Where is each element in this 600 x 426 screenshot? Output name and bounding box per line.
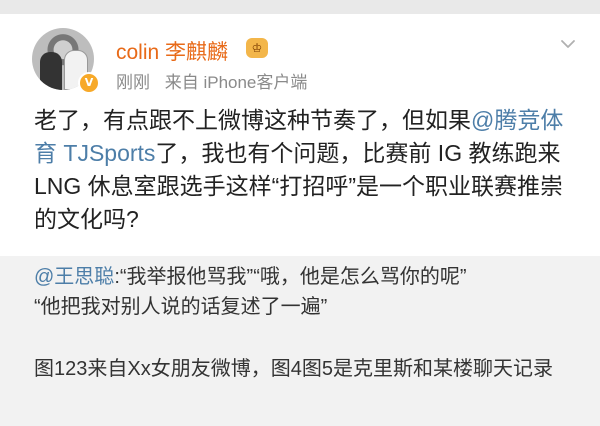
verified-badge-icon: V [78,72,100,94]
repost-block[interactable]: @王思聪:“我举报他骂我”“哦，他是怎么骂你的呢” “他把我对别人说的话复述了一… [0,256,600,426]
level-badge-icon: ♔ [246,38,268,58]
post-text-part1: 老了，有点跟不上微博这种节奏了，但如果 [34,107,471,133]
post-content: 老了，有点跟不上微博这种节奏了，但如果@腾竞体育 TJSports了，我也有个问… [34,104,574,236]
repost-line2: “他把我对别人说的话复述了一遍” [34,296,328,318]
post-meta: 刚刚 来自 iPhone客户端 [116,68,317,93]
chevron-down-icon[interactable] [560,36,576,52]
weibo-post: V colin 李麒麟 ♔ 刚刚 来自 iPhone客户端 老了，有点跟不上微博… [0,14,600,256]
repost-line1-rest: :“我举报他骂我”“哦，他是怎么骂你的呢” [114,266,467,288]
repost-mention-link[interactable]: @王思聪 [34,266,114,288]
avatar-figure-dark [40,52,62,90]
post-source: 来自 iPhone客户端 [164,73,308,92]
repost-text: @王思聪:“我举报他骂我”“哦，他是怎么骂你的呢” “他把我对别人说的话复述了一… [34,262,574,322]
repost-note: 图123来自Xx女朋友微博，图4图5是克里斯和某楼聊天记录 [34,358,553,380]
top-strip [0,0,600,14]
username[interactable]: colin 李麒麟 [116,36,228,66]
post-time: 刚刚 [116,73,150,92]
